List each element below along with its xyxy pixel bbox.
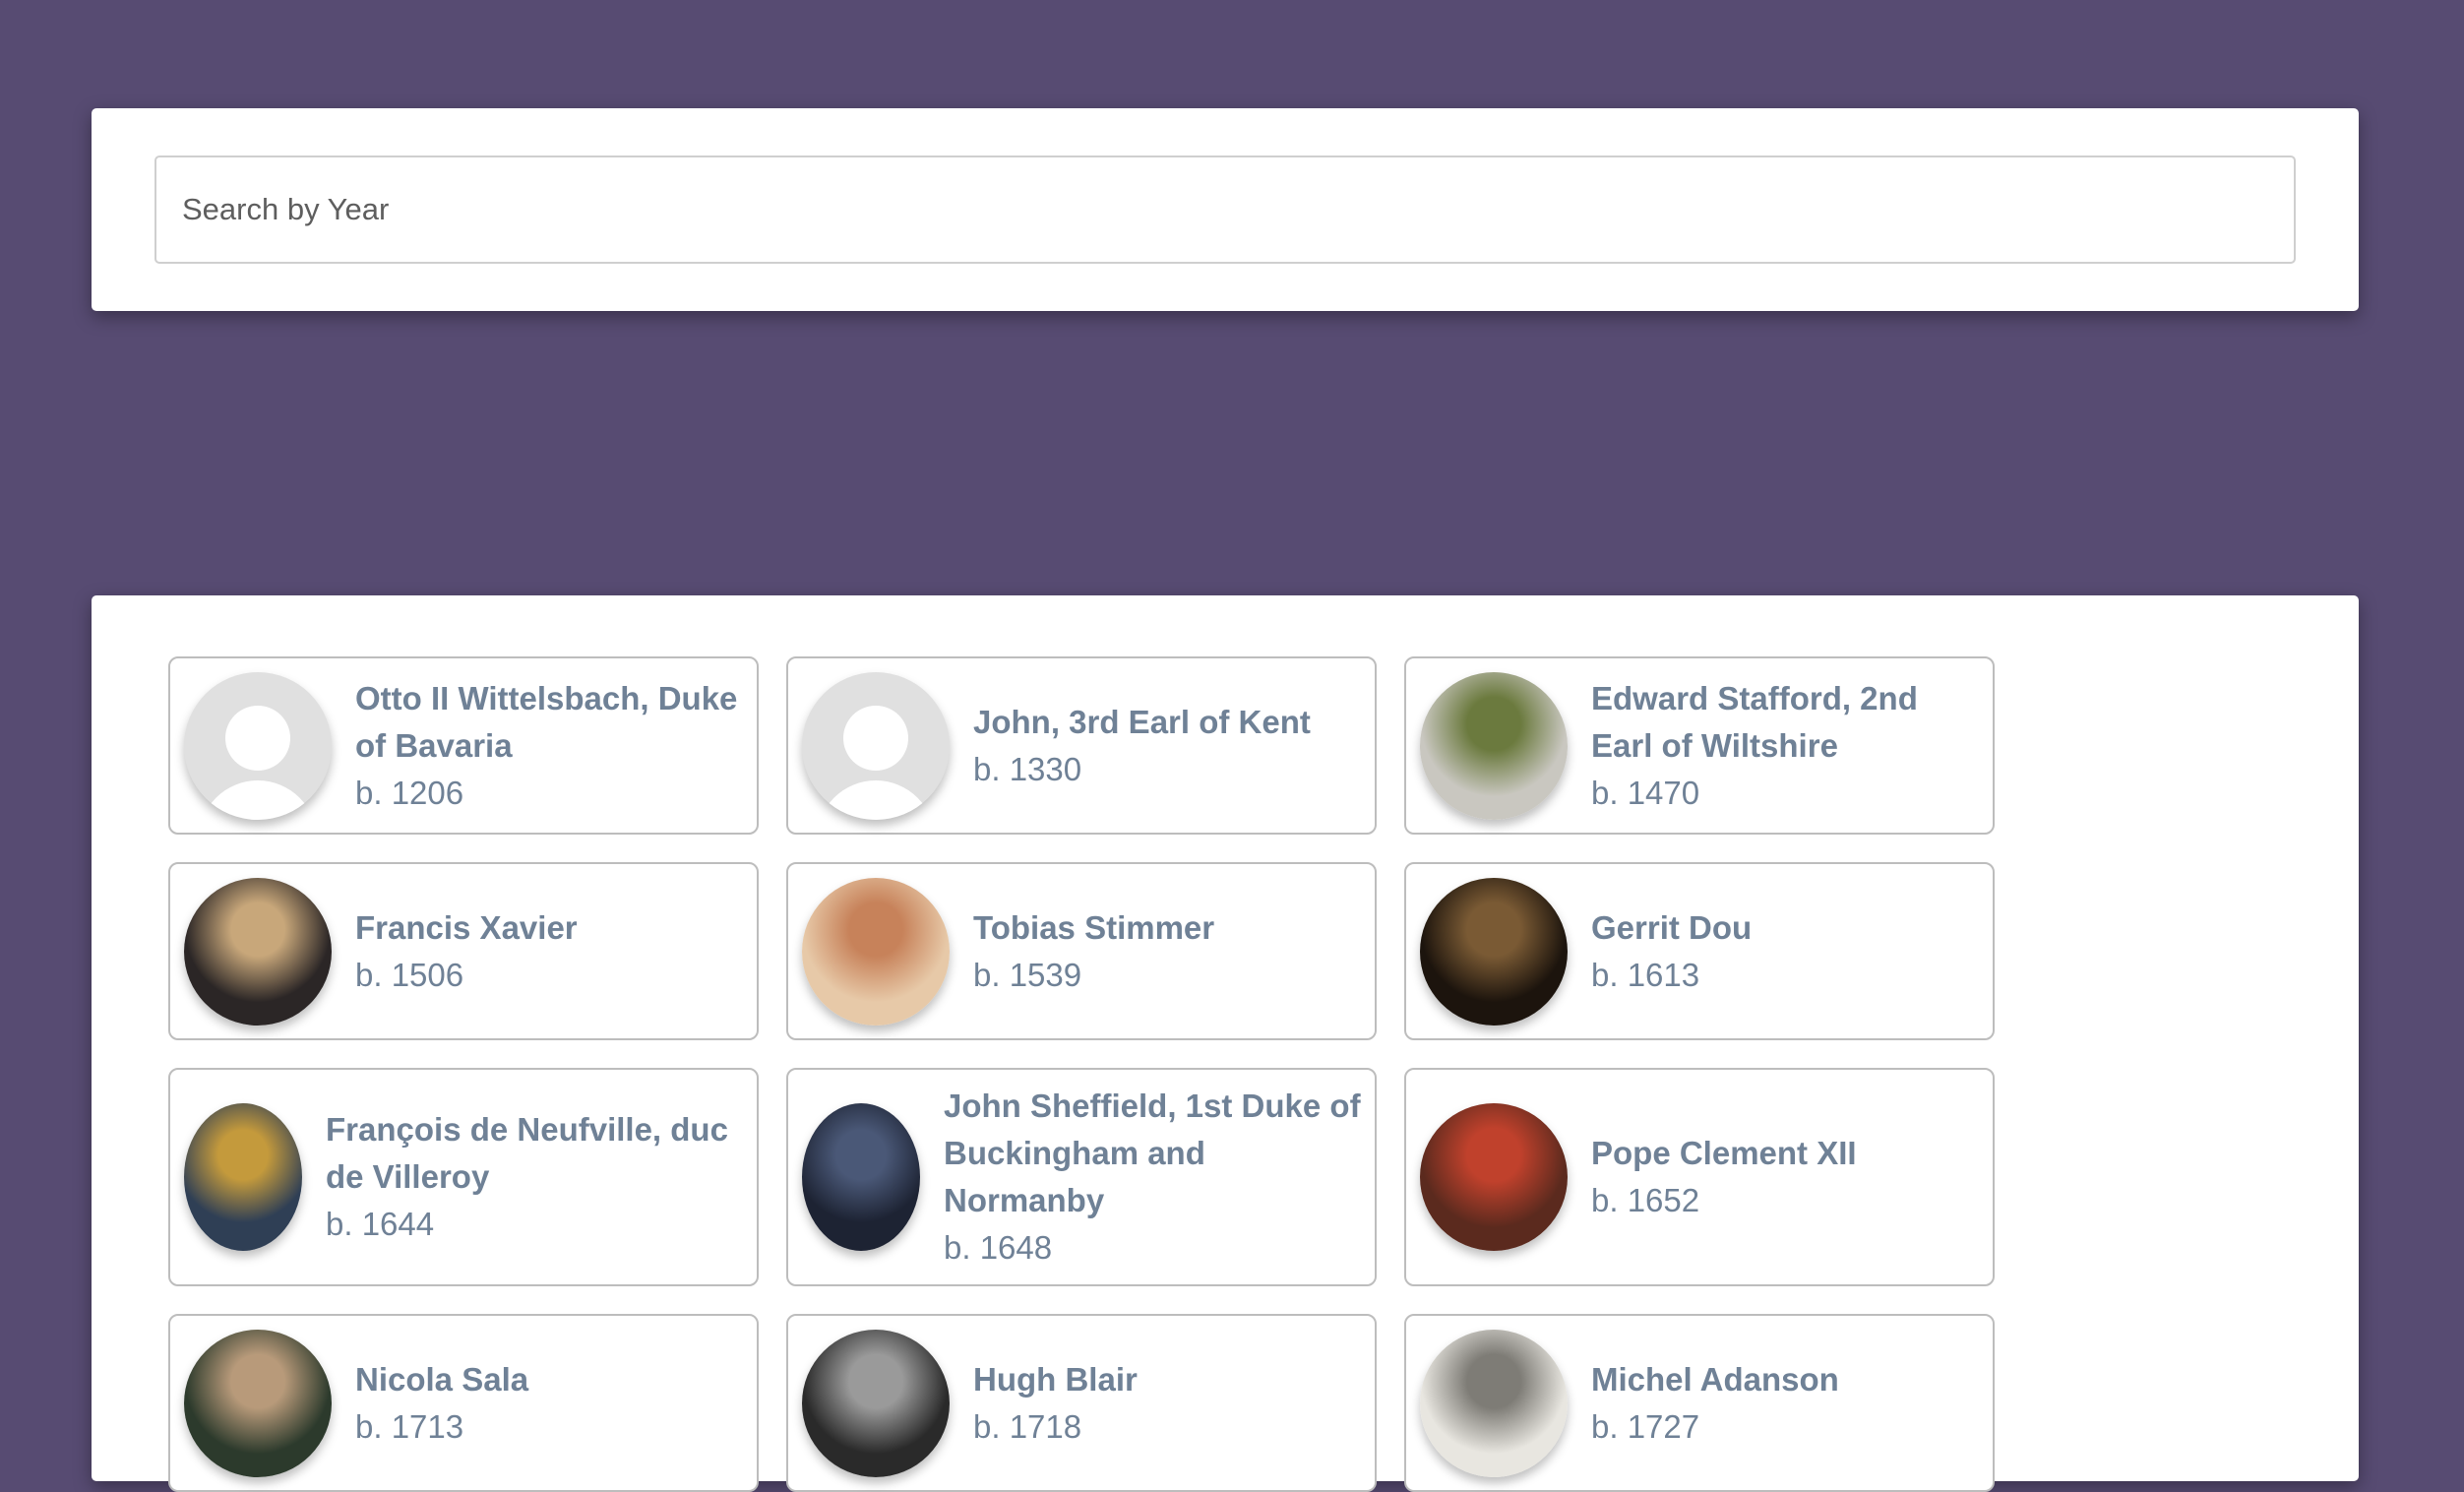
person-birth-year: b. 1652 (1591, 1182, 1700, 1218)
person-card[interactable]: Nicola Sala b. 1713 (168, 1314, 759, 1492)
person-card[interactable]: Hugh Blair b. 1718 (786, 1314, 1377, 1492)
person-birth-year: b. 1613 (1591, 956, 1700, 993)
person-info: John Sheffield, 1st Duke of Buckingham a… (944, 1083, 1361, 1272)
person-birth-year: b. 1644 (326, 1206, 435, 1242)
person-name: Francis Xavier (355, 908, 578, 946)
person-name: François de Neufville, duc de Villeroy (326, 1111, 728, 1195)
person-card[interactable]: Francis Xavier b. 1506 (168, 862, 759, 1040)
person-name: John Sheffield, 1st Duke of Buckingham a… (944, 1088, 1361, 1218)
person-info: Otto II Wittelsbach, Duke of Bavaria b. … (355, 675, 743, 817)
person-birth-year: b. 1727 (1591, 1407, 1700, 1445)
person-name: Edward Stafford, 2nd Earl of Wiltshire (1591, 679, 1918, 764)
person-info: Tobias Stimmer b. 1539 (973, 904, 1214, 999)
avatar (184, 877, 332, 1026)
person-info: Gerrit Dou b. 1613 (1591, 904, 1752, 999)
search-panel (92, 108, 2359, 311)
person-name: John, 3rd Earl of Kent (973, 703, 1311, 740)
avatar (802, 1103, 920, 1251)
person-name: Pope Clement XII (1591, 1135, 1857, 1171)
people-grid: Otto II Wittelsbach, Duke of Bavaria b. … (168, 656, 1995, 1492)
person-card[interactable]: Otto II Wittelsbach, Duke of Bavaria b. … (168, 656, 759, 835)
avatar (802, 1329, 950, 1477)
person-info: François de Neufville, duc de Villeroy b… (326, 1106, 743, 1248)
person-birth-year: b. 1506 (355, 956, 464, 993)
avatar (1420, 1103, 1568, 1251)
person-info: Nicola Sala b. 1713 (355, 1356, 528, 1451)
person-info: John, 3rd Earl of Kent b. 1330 (973, 699, 1311, 793)
person-card[interactable]: François de Neufville, duc de Villeroy b… (168, 1068, 759, 1286)
person-name: Hugh Blair (973, 1360, 1138, 1398)
person-name: Tobias Stimmer (973, 908, 1215, 946)
avatar (1420, 1329, 1568, 1477)
person-name: Otto II Wittelsbach, Duke of Bavaria (355, 679, 738, 764)
search-input[interactable] (154, 155, 2296, 264)
person-card[interactable]: Gerrit Dou b. 1613 (1404, 862, 1995, 1040)
person-card[interactable]: Edward Stafford, 2nd Earl of Wiltshire b… (1404, 656, 1995, 835)
person-birth-year: b. 1330 (973, 750, 1082, 787)
avatar (184, 1103, 302, 1251)
person-card[interactable]: John, 3rd Earl of Kent b. 1330 (786, 656, 1377, 835)
results-panel: Otto II Wittelsbach, Duke of Bavaria b. … (92, 595, 2359, 1492)
person-birth-year: b. 1648 (944, 1229, 1053, 1266)
person-birth-year: b. 1539 (973, 956, 1082, 993)
person-info: Edward Stafford, 2nd Earl of Wiltshire b… (1591, 675, 1979, 817)
person-birth-year: b. 1713 (355, 1407, 464, 1445)
person-info: Hugh Blair b. 1718 (973, 1356, 1138, 1451)
avatar-placeholder-icon (802, 671, 950, 820)
person-card[interactable]: Pope Clement XII b. 1652 (1404, 1068, 1995, 1286)
person-birth-year: b. 1470 (1591, 774, 1700, 811)
avatar (802, 877, 950, 1026)
avatar (184, 1329, 332, 1477)
person-card[interactable]: John Sheffield, 1st Duke of Buckingham a… (786, 1068, 1377, 1286)
person-name: Nicola Sala (355, 1360, 529, 1398)
person-info: Michel Adanson b. 1727 (1591, 1356, 1839, 1451)
person-card[interactable]: Michel Adanson b. 1727 (1404, 1314, 1995, 1492)
person-info: Pope Clement XII b. 1652 (1591, 1130, 1857, 1224)
person-name: Gerrit Dou (1591, 908, 1753, 946)
avatar (1420, 671, 1568, 820)
avatar (1420, 877, 1568, 1026)
person-name: Michel Adanson (1591, 1360, 1839, 1398)
person-birth-year: b. 1718 (973, 1407, 1082, 1445)
person-card[interactable]: Tobias Stimmer b. 1539 (786, 862, 1377, 1040)
person-birth-year: b. 1206 (355, 774, 464, 811)
person-info: Francis Xavier b. 1506 (355, 904, 578, 999)
avatar-placeholder-icon (184, 671, 332, 820)
